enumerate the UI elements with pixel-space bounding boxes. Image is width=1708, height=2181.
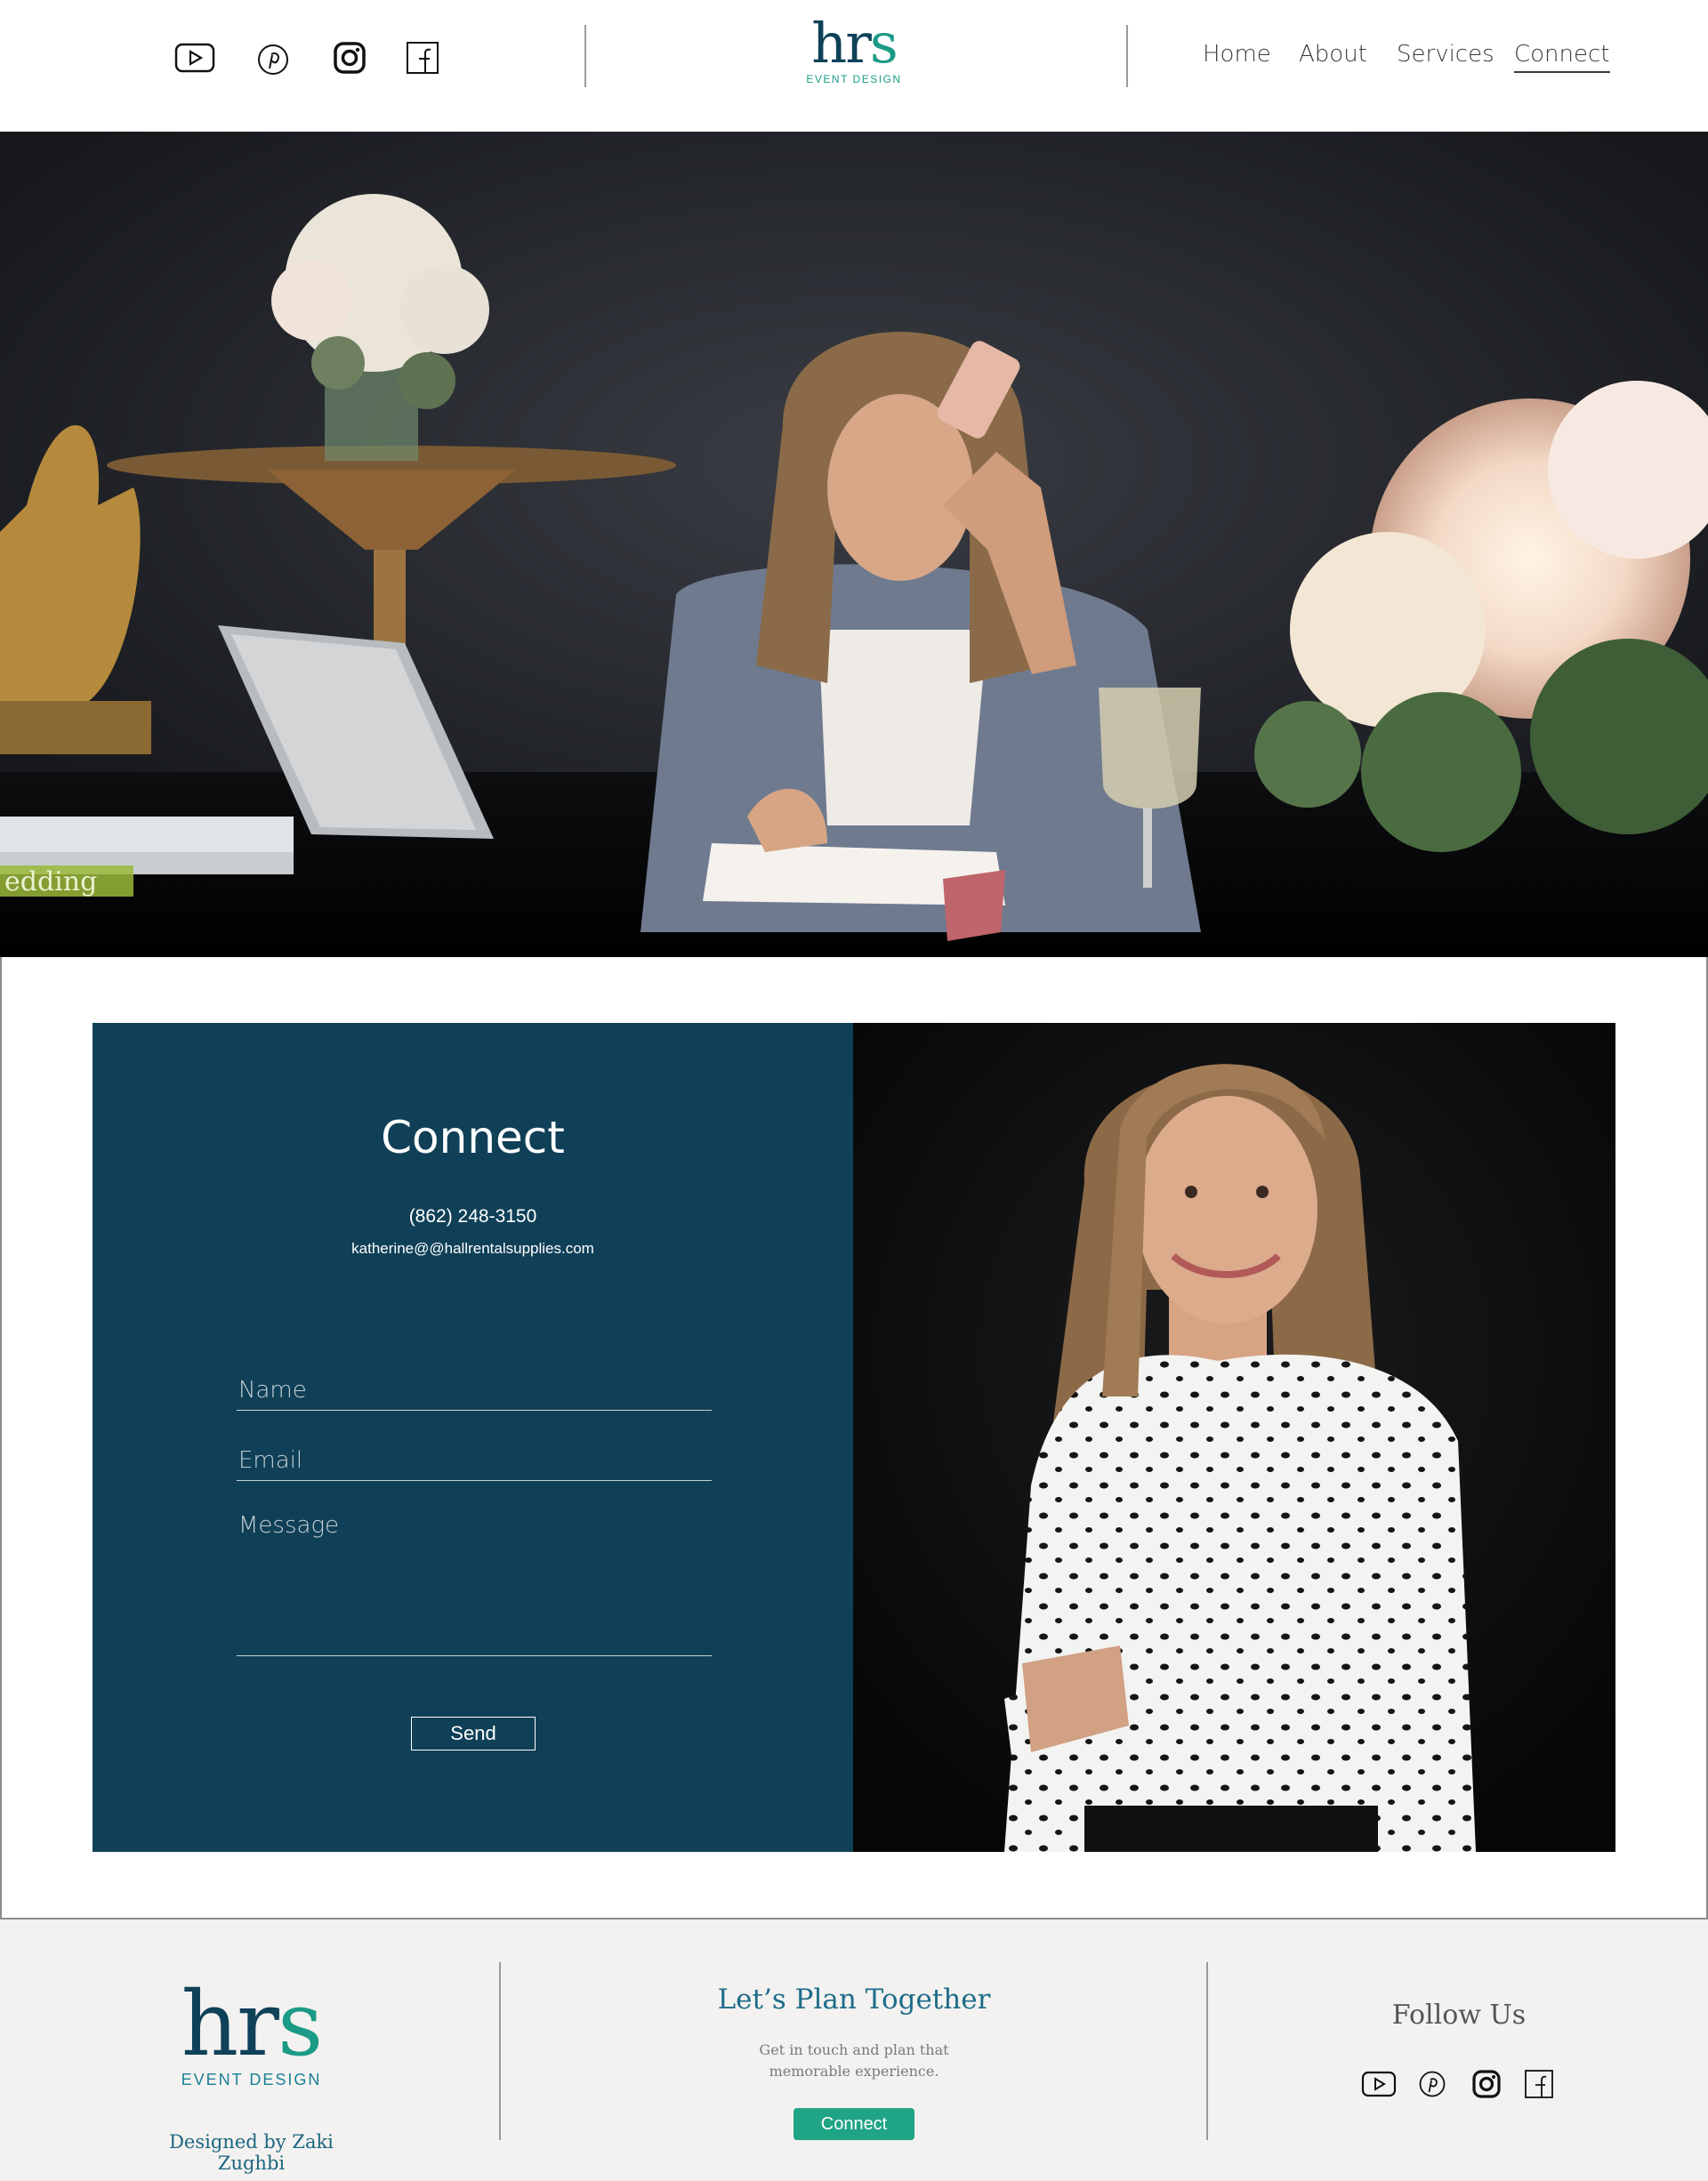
pinterest-icon[interactable] (1418, 2070, 1446, 2098)
logo-subtitle: EVENT DESIGN (806, 73, 902, 85)
contact-panel: Connect (862) 248-3150 katherine@@hallre… (93, 1023, 853, 1852)
instagram-icon[interactable] (1471, 2069, 1502, 2099)
pinterest-icon[interactable] (256, 43, 290, 76)
hero-photo: edding (0, 132, 1708, 959)
footer-logo[interactable]: hrs EVENT DESIGN (160, 1972, 342, 2089)
footer-divider-left (499, 1962, 501, 2140)
footer-logo-subtitle: EVENT DESIGN (181, 2071, 322, 2088)
header-divider-right (1126, 25, 1128, 87)
footer-logo-wordmark: hrs (181, 1972, 324, 2076)
contact-phone: (862) 248-3150 (408, 1206, 537, 1227)
nav-connect[interactable]: Connect (1514, 41, 1610, 73)
nav-about[interactable]: About (1299, 41, 1367, 68)
email-field[interactable] (237, 1444, 712, 1481)
facebook-icon[interactable] (406, 41, 439, 75)
portrait-photo (853, 1023, 1615, 1852)
footer-divider-right (1206, 1962, 1208, 2140)
facebook-icon[interactable] (1524, 2069, 1554, 2099)
site-logo[interactable]: hrs EVENT DESIGN (801, 16, 907, 101)
contact-email: katherine@@hallrentalsupplies.com (351, 1240, 594, 1257)
youtube-icon[interactable] (174, 43, 215, 73)
follow-us-title: Follow Us (1391, 2000, 1527, 2031)
plan-text: Get in touch and plan that memorable exp… (759, 2041, 949, 2080)
instagram-icon[interactable] (333, 41, 367, 75)
youtube-icon[interactable] (1361, 2071, 1397, 2097)
send-button[interactable]: Send (411, 1717, 536, 1750)
designer-credit: Designed by Zaki Zughbi (169, 2131, 334, 2174)
hero-illustration: edding (0, 132, 1708, 959)
name-field[interactable] (237, 1373, 712, 1411)
logo-wordmark: hrs (811, 11, 898, 76)
nav-home[interactable]: Home (1203, 41, 1271, 68)
nav-services[interactable]: Services (1397, 41, 1494, 68)
site-header: hrs EVENT DESIGN Home About Services Con… (0, 0, 1708, 132)
book-spine-text: edding (4, 866, 97, 897)
footer-connect-button[interactable]: Connect (794, 2108, 914, 2140)
contact-title: Connect (381, 1112, 565, 1163)
site-footer: hrs EVENT DESIGN Designed by Zaki Zughbi… (0, 1919, 1708, 2181)
message-field[interactable] (237, 1512, 712, 1656)
plan-title: Let’s Plan Together (717, 1984, 991, 2016)
portrait-illustration (853, 1023, 1615, 1852)
header-divider-left (584, 25, 586, 87)
